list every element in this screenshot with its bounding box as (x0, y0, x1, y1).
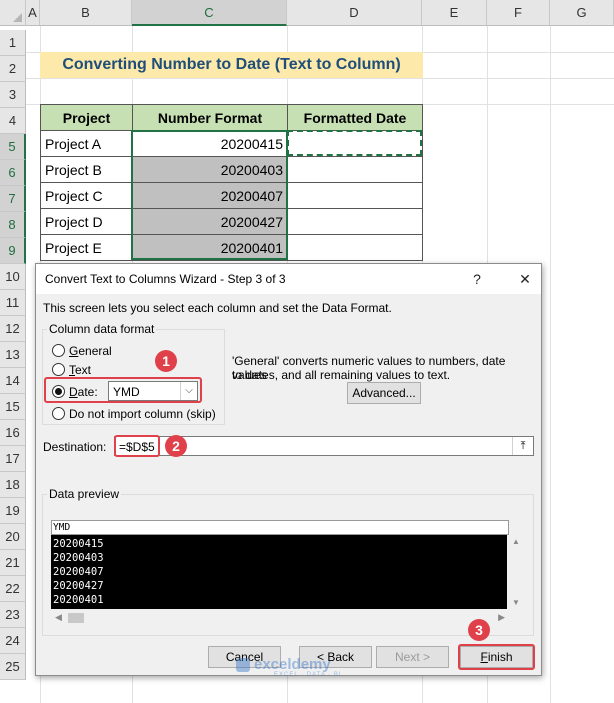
row-header-17[interactable]: 17 (0, 446, 26, 472)
close-icon[interactable]: ✕ (514, 268, 536, 290)
data-preview-label: Data preview (47, 487, 122, 501)
preview-row: 20200427 (53, 580, 104, 592)
step-badge-3: 3 (468, 619, 490, 641)
preview-row: 20200415 (53, 538, 104, 550)
date-cell[interactable] (287, 208, 423, 235)
destination-label: Destination: (43, 440, 107, 454)
row-header-9[interactable]: 9 (0, 238, 26, 264)
exceldemy-watermark: exceldemy EXCEL · DATA · BI (236, 656, 386, 678)
highlight-finish (458, 644, 535, 670)
selected-range (131, 130, 288, 260)
preview-row: 20200403 (53, 552, 104, 564)
row-header-11[interactable]: 11 (0, 290, 26, 316)
preview-data-area[interactable]: 20200415 20200403 20200407 20200427 2020… (51, 535, 507, 609)
select-all-corner[interactable] (0, 0, 26, 26)
column-header-f[interactable]: F (487, 0, 550, 26)
project-cell[interactable]: Project B (40, 156, 133, 183)
highlight-destination (114, 435, 160, 457)
highlight-date-option (44, 377, 202, 403)
column-header-a[interactable]: A (26, 0, 40, 26)
row-header-10[interactable]: 10 (0, 264, 26, 290)
row-header-7[interactable]: 7 (0, 186, 26, 212)
sheet-title: Converting Number to Date (Text to Colum… (40, 52, 423, 78)
dialog-titlebar[interactable]: Convert Text to Columns Wizard - Step 3 … (36, 264, 541, 294)
row-header-8[interactable]: 8 (0, 212, 26, 238)
row-header-2[interactable]: 2 (0, 56, 26, 82)
preview-header-text: YMD (53, 522, 71, 533)
scroll-right-icon[interactable]: ▶ (498, 612, 505, 623)
radio-skip[interactable] (52, 407, 65, 420)
row-header-4[interactable]: 4 (0, 108, 26, 134)
step-badge-1: 1 (155, 350, 177, 372)
row-header-14[interactable]: 14 (0, 368, 26, 394)
advanced-button[interactable]: Advanced... (347, 382, 421, 404)
row-header-25[interactable]: 25 (0, 654, 26, 680)
column-header-c[interactable]: C (132, 0, 287, 26)
row-header-20[interactable]: 20 (0, 524, 26, 550)
watermark-tagline: EXCEL · DATA · BI (274, 672, 342, 678)
next-button[interactable]: Next > (376, 646, 449, 668)
header-number-format[interactable]: Number Format (132, 104, 288, 131)
watermark-brand: exceldemy (254, 656, 331, 673)
preview-row: 20200401 (53, 594, 104, 606)
project-cell[interactable]: Project E (40, 234, 133, 261)
header-formatted-date[interactable]: Formatted Date (287, 104, 423, 131)
column-header-d[interactable]: D (287, 0, 422, 26)
radio-skip-label[interactable]: Do not import column (skip) (69, 407, 216, 421)
row-header-5[interactable]: 5 (0, 134, 26, 160)
dialog-description: This screen lets you select each column … (43, 301, 392, 315)
column-data-format-label: Column data format (47, 322, 157, 336)
gridline (26, 78, 614, 79)
date-cell[interactable] (287, 156, 423, 183)
date-cell[interactable] (287, 182, 423, 209)
project-cell[interactable]: Project D (40, 208, 133, 235)
collapse-dialog-icon[interactable]: ⤒ (512, 437, 533, 455)
preview-column-header[interactable]: YMD (51, 520, 509, 535)
row-header-23[interactable]: 23 (0, 602, 26, 628)
gridline (550, 26, 551, 703)
radio-text[interactable] (52, 363, 65, 376)
scroll-left-icon[interactable]: ◀ (55, 612, 62, 623)
radio-text-label[interactable]: Text (69, 363, 91, 377)
scroll-thumb[interactable] (68, 613, 84, 623)
step-badge-2: 2 (165, 435, 187, 457)
column-header-e[interactable]: E (422, 0, 487, 26)
row-header-19[interactable]: 19 (0, 498, 26, 524)
row-header-15[interactable]: 15 (0, 394, 26, 420)
destination-marquee (287, 130, 422, 156)
help-icon[interactable]: ? (466, 268, 488, 290)
scroll-down-icon[interactable]: ▼ (512, 598, 520, 607)
row-header-6[interactable]: 6 (0, 160, 26, 186)
radio-general[interactable] (52, 344, 65, 357)
preview-row: 20200407 (53, 566, 104, 578)
row-header-13[interactable]: 13 (0, 342, 26, 368)
row-header-3[interactable]: 3 (0, 82, 26, 108)
info-text-line2: to dates, and all remaining values to te… (232, 368, 451, 382)
row-header-16[interactable]: 16 (0, 420, 26, 446)
row-header-1[interactable]: 1 (0, 30, 26, 56)
row-header-18[interactable]: 18 (0, 472, 26, 498)
project-cell[interactable]: Project C (40, 182, 133, 209)
row-header-12[interactable]: 12 (0, 316, 26, 342)
scroll-up-icon[interactable]: ▲ (512, 537, 520, 546)
date-cell[interactable] (287, 234, 423, 261)
row-header-24[interactable]: 24 (0, 628, 26, 654)
table-header-row: Project Number Format Formatted Date (40, 104, 423, 131)
row-header-22[interactable]: 22 (0, 576, 26, 602)
column-header-b[interactable]: B (40, 0, 132, 26)
row-header-21[interactable]: 21 (0, 550, 26, 576)
preview-horizontal-scrollbar[interactable]: ◀ ▶ (51, 610, 509, 626)
project-cell[interactable]: Project A (40, 130, 133, 157)
radio-general-label[interactable]: General (69, 344, 112, 358)
dialog-title: Convert Text to Columns Wizard - Step 3 … (45, 272, 286, 286)
text-to-columns-dialog: Convert Text to Columns Wizard - Step 3 … (35, 263, 542, 678)
exceldemy-logo-icon (236, 658, 250, 672)
header-project[interactable]: Project (40, 104, 133, 131)
column-header-g[interactable]: G (550, 0, 614, 26)
preview-vertical-scrollbar[interactable]: ▲ ▼ (509, 535, 524, 609)
